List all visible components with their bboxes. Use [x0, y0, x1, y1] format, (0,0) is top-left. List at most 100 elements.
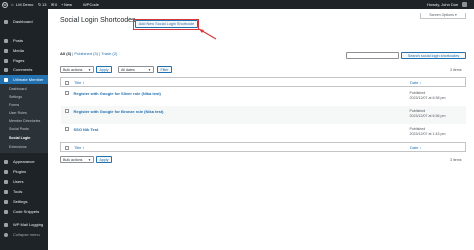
sidebar-item-label: Posts [13, 38, 24, 43]
row-title-link[interactable]: Register with Google for Silver role (Ni… [74, 91, 161, 96]
apply-button-top[interactable]: Apply [96, 66, 112, 73]
table-header: Title ↕ Date ↓ [60, 77, 466, 87]
sidebar-item-appearance[interactable]: Appearance [0, 157, 48, 166]
submenu-item-social-posts[interactable]: Social Posts [9, 126, 29, 133]
pages-icon [4, 58, 8, 63]
dates-select[interactable]: All dates ▼ [118, 66, 154, 73]
bulk-actions-value: Bulk actions [63, 158, 83, 162]
posts-icon [4, 38, 8, 43]
sidebar-item-dashboard[interactable]: Dashboard [0, 17, 48, 26]
screen-options-button[interactable]: Screen Options ▾ [420, 13, 466, 19]
sidebar-item-users[interactable]: Users [0, 177, 48, 186]
submenu-item-dashboard[interactable]: Dashboard [9, 86, 27, 93]
admin-sidebar: Dashboard Posts Media Pages Comments Ult… [0, 9, 48, 250]
row-status: Published [409, 108, 426, 113]
bulk-actions-value: Bulk actions [63, 68, 83, 72]
status-filter-links: All (3) | Published (3) | Trash (2) [60, 51, 117, 56]
sidebar-item-label: Settings [13, 199, 28, 204]
row-title-link[interactable]: Register with Google for Bronze role (Ni… [74, 109, 164, 114]
sidebar-item-label: Tools [13, 189, 23, 194]
sidebar-item-code-snippets[interactable]: Code Snippets [0, 207, 48, 216]
submenu-item-settings[interactable]: Settings [9, 94, 22, 101]
bulk-actions-select-top[interactable]: Bulk actions ▼ [60, 66, 94, 73]
filter-all[interactable]: All (3) [60, 51, 71, 56]
filter-published[interactable]: Published (3) [74, 51, 98, 56]
sidebar-collapse-menu[interactable]: Collapse menu [0, 230, 48, 239]
settings-icon [4, 199, 8, 204]
select-all-checkbox-footer[interactable] [65, 145, 69, 150]
ultimate-member-submenu: Dashboard Settings Forms User Roles Memb… [0, 84, 48, 153]
sidebar-item-pages[interactable]: Pages [0, 56, 48, 65]
site-name-link[interactable]: LM Demo [16, 0, 33, 9]
submenu-item-social-login[interactable]: Social Login [9, 135, 30, 142]
row-checkbox[interactable] [64, 91, 69, 95]
sidebar-item-plugins[interactable]: Plugins [0, 167, 48, 176]
new-plus-icon[interactable]: + [61, 0, 63, 9]
sidebar-item-comments[interactable]: Comments [0, 65, 48, 74]
row-status: Published [409, 90, 426, 95]
items-count-bottom: 3 items [450, 158, 462, 162]
column-title-footer[interactable]: Title ↕ [74, 143, 85, 153]
dates-value: All dates [121, 68, 135, 72]
sidebar-item-tools[interactable]: Tools [0, 187, 48, 196]
filter-trash[interactable]: Trash (2) [101, 51, 117, 56]
home-icon[interactable]: ⌂ [11, 0, 13, 9]
apply-button-bottom[interactable]: Apply [96, 156, 112, 163]
comments-icon [4, 67, 8, 72]
sidebar-item-label: Appearance [13, 159, 35, 164]
row-date: 2023/12/07 at 1:43 pm [409, 132, 446, 136]
chevron-down-icon: ▼ [88, 158, 91, 162]
column-title-header[interactable]: Title ↕ [74, 78, 85, 88]
comments-count[interactable]: 0 [55, 0, 57, 9]
submenu-item-forms[interactable]: Forms [9, 102, 19, 109]
add-new-shortcode-button[interactable]: Add New Social Login Shortcode [135, 20, 198, 28]
media-icon [4, 48, 8, 53]
sidebar-item-label: Media [13, 48, 24, 53]
wpcode-link[interactable]: WPCode [83, 0, 99, 9]
submenu-item-member-directories[interactable]: Member Directories [9, 118, 40, 125]
column-date-footer[interactable]: Date ↓ [410, 143, 422, 153]
updates-count[interactable]: 13 [42, 0, 46, 9]
sidebar-item-settings[interactable]: Settings [0, 197, 48, 206]
sidebar-item-label: Dashboard [13, 19, 33, 24]
wordpress-logo-icon[interactable]: W [2, 1, 8, 8]
row-date: 2023/12/07 at 6:38 pm [409, 96, 446, 100]
search-button[interactable]: Search social login shortcodes [401, 52, 466, 59]
row-title-link[interactable]: SSO Nik Test [74, 127, 99, 132]
red-arrow-annotation [198, 28, 217, 40]
filter-separator: | [99, 51, 101, 56]
comments-icon[interactable]: ✉ [51, 0, 54, 9]
table-row: SSO Nik Test Published 2023/12/07 at 1:4… [61, 124, 466, 142]
submenu-item-extensions[interactable]: Extensions [9, 144, 27, 151]
table-row: Register with Google for Bronze role (Ni… [60, 105, 466, 124]
avatar[interactable] [462, 2, 467, 7]
collapse-icon [4, 232, 8, 237]
sidebar-item-label: Plugins [13, 169, 27, 174]
bulk-actions-select-bottom[interactable]: Bulk actions ▼ [60, 156, 94, 163]
sidebar-item-label: Pages [13, 58, 25, 63]
filter-button[interactable]: Filter [157, 66, 172, 73]
sidebar-item-posts[interactable]: Posts [0, 36, 48, 45]
chevron-down-icon: ▼ [148, 68, 151, 72]
account-greeting[interactable]: Howdy, John Doe [427, 0, 458, 9]
row-checkbox[interactable] [64, 109, 69, 113]
sidebar-item-label: Comments [13, 67, 33, 72]
new-link[interactable]: New [64, 0, 72, 9]
sidebar-item-media[interactable]: Media [0, 46, 48, 55]
row-date: 2023/12/07 at 6:36 pm [409, 114, 446, 118]
sidebar-item-label: Collapse menu [13, 232, 40, 237]
select-all-checkbox[interactable] [65, 81, 69, 85]
appearance-icon [4, 159, 8, 164]
sidebar-item-label: WP Mail Logging [13, 222, 44, 227]
sidebar-item-wp-mail-logging[interactable]: WP Mail Logging [0, 220, 48, 229]
dashboard-icon [4, 19, 8, 24]
column-date-header[interactable]: Date ↓ [410, 78, 422, 88]
sidebar-item-ultimate-member[interactable]: Ultimate Member [0, 75, 48, 84]
table-row: Register with Google for Silver role (Ni… [61, 88, 466, 106]
updates-icon[interactable]: ↻ [38, 0, 41, 9]
page-title: Social Login Shortcodes [60, 17, 136, 24]
search-input[interactable] [346, 52, 399, 59]
submenu-item-user-roles[interactable]: User Roles [9, 110, 27, 117]
row-checkbox[interactable] [64, 127, 69, 131]
plugins-icon [4, 169, 8, 174]
